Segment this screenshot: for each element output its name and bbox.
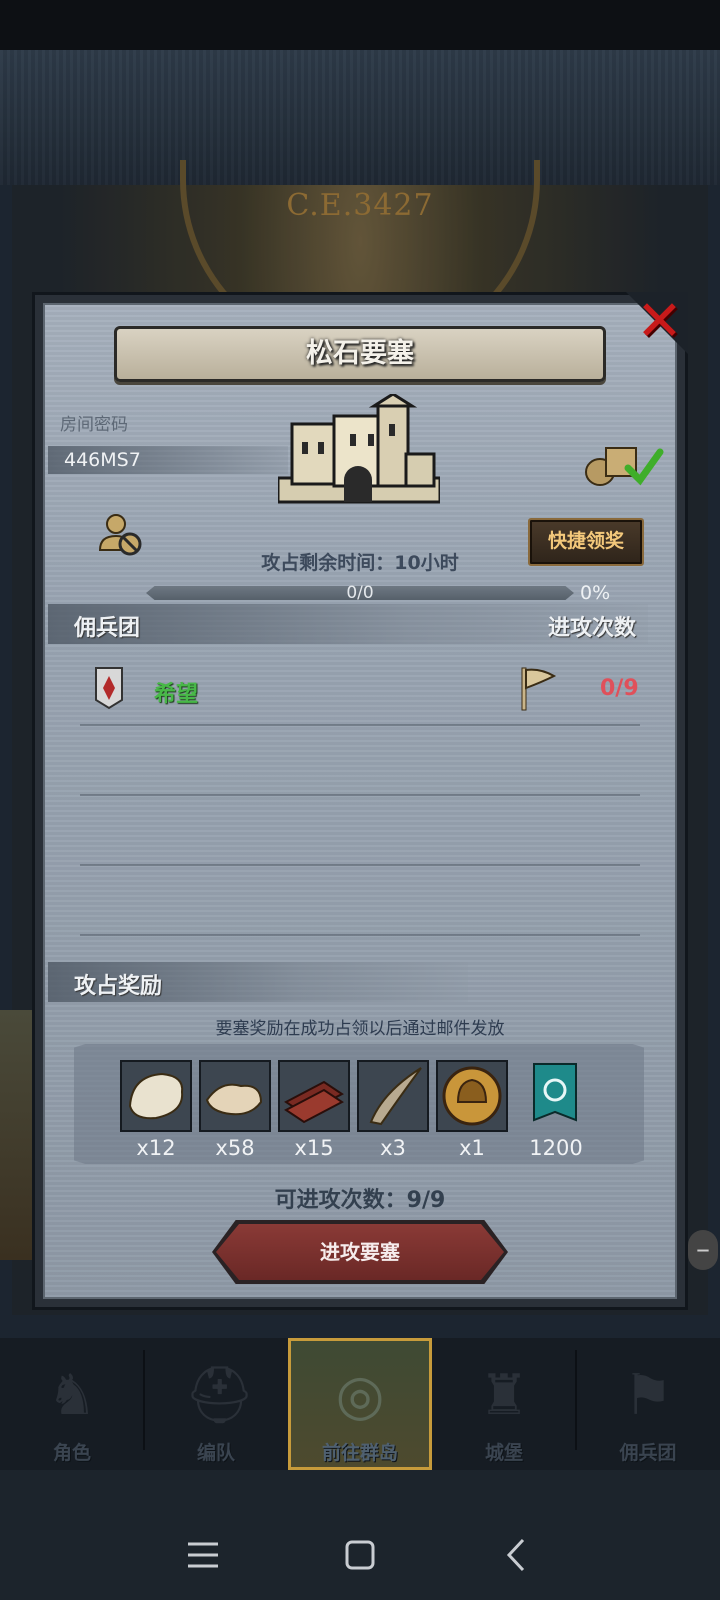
horn-icon <box>369 1067 422 1126</box>
nav-label: 城堡 <box>484 1442 523 1464</box>
gold-helmet-coin-icon <box>442 1066 502 1126</box>
reward-item-banner[interactable] <box>530 1060 580 1132</box>
mercenary-attacks: 0/9 <box>600 676 639 701</box>
room-code-value[interactable]: 446MS7 <box>64 446 141 474</box>
banner-emblem-icon <box>533 1063 577 1122</box>
fur-icon <box>128 1072 184 1120</box>
row-divider <box>80 794 640 796</box>
attack-button-label[interactable]: 进攻要塞 <box>216 1224 504 1280</box>
reward-qty: x12 <box>136 1136 176 1160</box>
back-icon[interactable] <box>493 1530 543 1580</box>
wood-planks-icon <box>284 1080 344 1124</box>
compass-map-icon: ◎ <box>335 1363 385 1428</box>
room-code-label: 房间密码 <box>60 415 128 435</box>
row-divider <box>80 864 640 866</box>
close-icon[interactable]: ✕ <box>636 294 683 350</box>
attack-count-label: 可进攻次数： <box>274 1188 407 1213</box>
nav-item-formation[interactable]: ⛑ 编队 <box>144 1338 288 1470</box>
nav-item-islands[interactable]: ◎ 前往群岛 <box>288 1338 432 1470</box>
nav-label: 编队 <box>196 1442 235 1464</box>
reward-item-coin[interactable] <box>436 1060 508 1132</box>
knight-icon: ♞ <box>46 1363 98 1428</box>
era-label: C.E.3427 <box>286 188 434 223</box>
reward-qty: x1 <box>459 1136 485 1160</box>
resource-bags-check-icon[interactable] <box>584 438 664 488</box>
rewards-note: 要塞奖励在成功占领以后通过邮件发放 <box>215 1019 505 1039</box>
reward-qty: x58 <box>215 1136 255 1160</box>
reward-qty: x15 <box>294 1136 334 1160</box>
flag-icon <box>521 667 557 711</box>
side-collapse-button[interactable]: – <box>688 1230 718 1270</box>
castle-icon <box>278 394 440 504</box>
nav-label: 佣兵团 <box>619 1442 677 1464</box>
nav-label: 前往群岛 <box>321 1442 398 1464</box>
reward-item-wood[interactable] <box>278 1060 350 1132</box>
mercenary-icon: ⚑ <box>622 1363 674 1428</box>
castle-nav-icon: ♜ <box>478 1363 530 1428</box>
nav-item-mercenary[interactable]: ⚑ 佣兵团 <box>576 1338 720 1470</box>
nav-item-castle[interactable]: ♜ 城堡 <box>432 1338 576 1470</box>
nav-label: 角色 <box>52 1442 91 1464</box>
nav-item-character[interactable]: ♞ 角色 <box>0 1338 144 1470</box>
mercenary-emblem-icon <box>95 667 123 710</box>
side-resource-strip <box>0 1010 32 1260</box>
reward-qty: x3 <box>380 1136 406 1160</box>
row-divider <box>80 724 640 726</box>
panel-title: 松石要塞 <box>306 338 414 369</box>
occupy-time-remaining: 攻占剩余时间：10小时 <box>0 548 720 575</box>
time-value: 10小时 <box>394 552 459 574</box>
helmet-icon: ⛑ <box>184 1363 256 1428</box>
menu-icon[interactable] <box>178 1530 228 1580</box>
rewards-section-title: 攻占奖励 <box>74 974 163 999</box>
reward-item-horn[interactable] <box>357 1060 429 1132</box>
reward-item-fur[interactable] <box>120 1060 192 1132</box>
reward-item-hide[interactable] <box>199 1060 271 1132</box>
progress-count: 0/0 <box>346 583 374 603</box>
row-divider <box>80 934 640 936</box>
hide-icon <box>205 1083 263 1116</box>
mercenary-name[interactable]: 希望 <box>154 676 198 708</box>
home-icon[interactable] <box>335 1530 385 1580</box>
attack-count: 可进攻次数：9/9 <box>0 1182 720 1214</box>
game-screen: C.E.3427 – ✕ 松石要塞 房间密码 446MS7 快捷领奖 攻占剩余时… <box>0 0 720 1600</box>
progress-percent: 0% <box>580 582 611 604</box>
time-label: 攻占剩余时间： <box>261 552 395 574</box>
reward-qty: 1200 <box>529 1136 583 1160</box>
attack-count-value: 9/9 <box>406 1188 446 1213</box>
mercenary-section-title: 佣兵团 <box>74 616 141 641</box>
attack-times-header: 进攻次数 <box>548 616 637 641</box>
